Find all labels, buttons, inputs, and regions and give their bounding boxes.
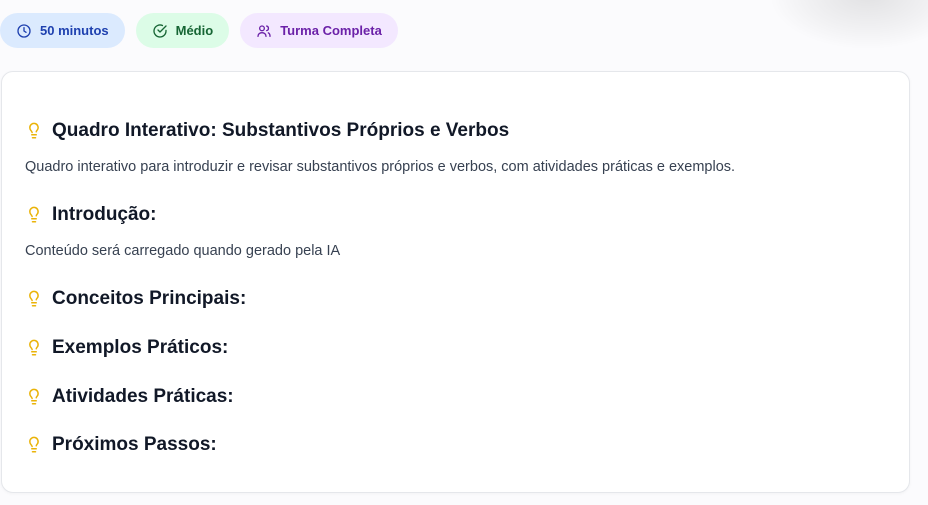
lesson-title-heading: Quadro Interativo: Substantivos Próprios… — [25, 120, 509, 142]
lesson-page: 50 minutos Médio Turma Completa Quadro I… — [0, 0, 928, 505]
lightbulb-icon — [29, 122, 39, 139]
section-practical-activities: Atividades Práticas: — [25, 386, 234, 408]
difficulty-badge: Médio — [135, 13, 230, 48]
lesson-badges: 50 minutos Médio Turma Completa — [0, 13, 398, 48]
lightbulb-icon — [29, 339, 39, 356]
duration-label: 50 minutos — [40, 23, 109, 38]
section-main-concepts: Conceitos Principais: — [25, 288, 246, 310]
section-introduction: Introdução: — [25, 204, 157, 226]
audience-badge: Turma Completa — [240, 13, 398, 48]
duration-badge: 50 minutos — [0, 13, 125, 48]
section-heading: Exemplos Práticos: — [52, 337, 229, 358]
section-introduction-body: Conteúdo será carregado quando gerado pe… — [25, 243, 341, 259]
lightbulb-icon — [29, 388, 39, 405]
check-circle-icon — [152, 23, 167, 38]
difficulty-label: Médio — [175, 23, 214, 38]
lightbulb-icon — [29, 290, 39, 307]
audience-label: Turma Completa — [280, 23, 382, 38]
lesson-card: Quadro Interativo: Substantivos Próprios… — [1, 71, 910, 493]
lightbulb-icon — [29, 206, 39, 223]
lightbulb-icon — [29, 436, 39, 453]
lesson-description: Quadro interativo para introduzir e revi… — [25, 159, 736, 175]
corner-shadow — [768, 0, 928, 50]
section-heading: Próximos Passos: — [52, 434, 217, 455]
section-heading: Atividades Práticas: — [52, 386, 234, 407]
section-heading: Conceitos Principais: — [52, 288, 247, 309]
section-heading: Introdução: — [52, 204, 157, 225]
users-icon — [257, 24, 271, 37]
clock-icon — [17, 23, 31, 38]
section-next-steps: Próximos Passos: — [25, 434, 217, 456]
lesson-title: Quadro Interativo: Substantivos Próprios… — [52, 120, 510, 141]
section-practical-examples: Exemplos Práticos: — [25, 337, 228, 359]
